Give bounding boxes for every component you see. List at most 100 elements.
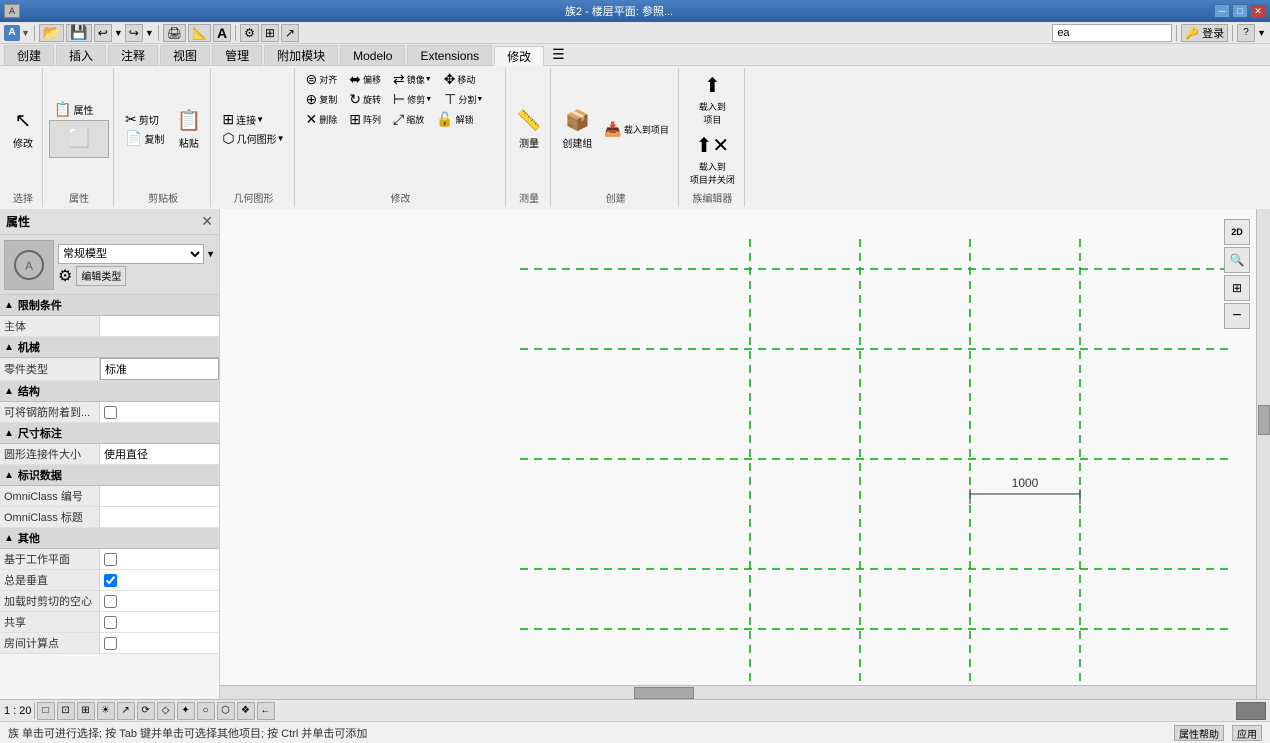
apply-button[interactable]: 应用 [1232,725,1262,741]
section-constraints[interactable]: ▲ 限制条件 [0,295,219,316]
group-create: 📦 创建组 📥 载入到项目 创建 [553,68,678,207]
paste-button[interactable]: 📋 粘贴 [171,100,206,158]
load-close-button[interactable]: ⬆✕ 载入到项目并关闭 [685,130,740,188]
scale-modify-button[interactable]: ⤢ 缩放 [388,110,429,128]
visual-style-button[interactable]: ⊞ [77,702,95,720]
tab-annotate[interactable]: 注释 [108,45,158,65]
info-button[interactable]: ? [1237,24,1255,42]
tab-options-icon[interactable]: ☰ [546,44,571,65]
tab-manage[interactable]: 管理 [212,45,262,65]
highlight-button[interactable]: ↗ [117,702,135,720]
type-dropdown-arrow[interactable]: ▼ [206,249,215,259]
cut-void-checkbox[interactable] [104,595,117,608]
properties-help-button[interactable]: 属性帮助 [1174,725,1224,741]
measure-button[interactable]: 📐 [188,24,211,42]
text-button[interactable]: A [213,24,231,42]
copy-mod-button[interactable]: ⊕ 复制 [301,90,343,108]
undo-arrow-icon[interactable]: ▼ [114,24,123,42]
section-dimensions[interactable]: ▲ 尺寸标注 [0,423,219,444]
search-input[interactable] [1052,24,1172,42]
detail-level-button[interactable]: ⊡ [57,702,75,720]
properties-close-button[interactable]: ✕ [201,213,213,230]
trim-arrow-icon: ▼ [425,96,432,103]
type-icon-btn[interactable]: ⬜ [49,120,109,158]
delete-button[interactable]: ✕ 删除 [301,110,343,128]
rebar-checkbox[interactable] [104,406,117,419]
edit-type-button[interactable]: 编辑类型 [76,266,126,286]
horizontal-scrollbar[interactable] [220,685,1256,699]
shadow-button[interactable]: ☀ [97,702,115,720]
zoom-in-button[interactable]: 🔍 [1224,247,1250,273]
copy-button[interactable]: 📄 复制 [120,130,169,148]
scrollbar-thumb-horizontal[interactable] [634,687,694,699]
print-button[interactable]: 🖨 [163,24,186,42]
scrollbar-thumb-vertical[interactable] [1258,405,1270,435]
section-structure[interactable]: ▲ 结构 [0,381,219,402]
vertical-scrollbar[interactable] [1256,209,1270,699]
room-calc-checkbox[interactable] [104,637,117,650]
section-mechanical[interactable]: ▲ 机械 [0,337,219,358]
load-project-button[interactable]: ⬆ 载入到项目 [685,70,740,128]
render-button[interactable]: ⟳ [137,702,155,720]
create-group-button[interactable]: 📦 创建组 [557,100,597,158]
array-button[interactable]: ⊞ 阵列 [344,110,386,128]
redo-button[interactable]: ↪ [125,24,143,42]
tab-modelo[interactable]: Modelo [340,45,405,65]
shared-checkbox[interactable] [104,616,117,629]
zoom-out-button[interactable]: − [1224,303,1250,329]
login-button[interactable]: 🔑 登录 [1181,24,1228,42]
tab-create[interactable]: 创建 [4,45,54,65]
offset-button[interactable]: ⬌ 偏移 [344,70,386,88]
grid-button[interactable]: ⊞ [261,24,279,42]
connect-button[interactable]: ⊞ 连接 ▼ [217,111,289,129]
modify-button[interactable]: ↖ 修改 [8,100,38,158]
view-controls: 2D 🔍 ⊞ − [1224,219,1252,329]
trim-button[interactable]: ⊢ 修剪 ▼ [388,90,437,108]
work-plane-checkbox[interactable] [104,553,117,566]
copy-mod-icon: ⊕ [306,91,318,108]
minimize-button[interactable]: ─ [1214,4,1230,18]
analysis-button[interactable]: ○ [197,702,215,720]
cut-button[interactable]: ✂ 剪切 [120,111,169,129]
properties-preview: A 常规模型 ▼ ⚙ 编辑类型 [0,235,219,295]
rotate-button[interactable]: ↻ 旋转 [344,90,386,108]
unlock-button[interactable]: 🔓 解锁 [431,110,478,128]
move-button[interactable]: ✥ 移动 [439,70,481,88]
close-button[interactable]: ✕ [1250,4,1266,18]
info-arrow-icon[interactable]: ▼ [1257,28,1266,38]
app-logo: A [4,25,20,41]
settings-button[interactable]: ⚙ [240,24,259,42]
back-button[interactable]: ← [257,702,275,720]
properties-small-btn[interactable]: 📋 属性 [49,101,109,119]
undo-button[interactable]: ↩ [94,24,112,42]
load-to-project-button[interactable]: 📥 载入到项目 [599,120,673,138]
always-vertical-checkbox[interactable] [104,574,117,587]
reveal-button[interactable]: ✦ [177,702,195,720]
maximize-button[interactable]: □ [1232,4,1248,18]
section-other[interactable]: ▲ 其他 [0,528,219,549]
view-cube[interactable] [1236,702,1266,720]
tab-extensions[interactable]: Extensions [407,45,492,65]
redo-arrow-icon[interactable]: ▼ [145,24,154,42]
measure-tool-button[interactable]: 📏 测量 [512,100,547,158]
tab-view[interactable]: 视图 [160,45,210,65]
2d-view-button[interactable]: 2D [1224,219,1250,245]
view-mode-square-button[interactable]: □ [37,702,55,720]
tab-modify[interactable]: 修改 [494,46,544,66]
zoom-fit-button[interactable]: ⊞ [1224,275,1250,301]
arrow-button[interactable]: ↗ [281,24,299,42]
save-button[interactable]: 💾 [66,24,91,42]
points-button[interactable]: ⬡ [217,702,235,720]
tab-insert[interactable]: 插入 [56,45,106,65]
crop-button[interactable]: ◇ [157,702,175,720]
align-button[interactable]: ⊜ 对齐 [301,70,343,88]
geometry-btn[interactable]: ⬡ 几何图形 ▼ [217,130,289,148]
workset-button[interactable]: ❖ [237,702,255,720]
section-ifc[interactable]: ▲ 标识数据 [0,465,219,486]
split-button[interactable]: ⊤ 分割 ▼ [439,90,488,108]
tab-addins[interactable]: 附加模块 [264,45,338,65]
type-dropdown[interactable]: 常规模型 [58,244,204,264]
mirror-button[interactable]: ⇄ 镜像 ▼ [388,70,437,88]
open-button[interactable]: 📂 [39,24,64,42]
canvas-area[interactable]: 1000 2D 🔍 ⊞ − [220,209,1270,699]
